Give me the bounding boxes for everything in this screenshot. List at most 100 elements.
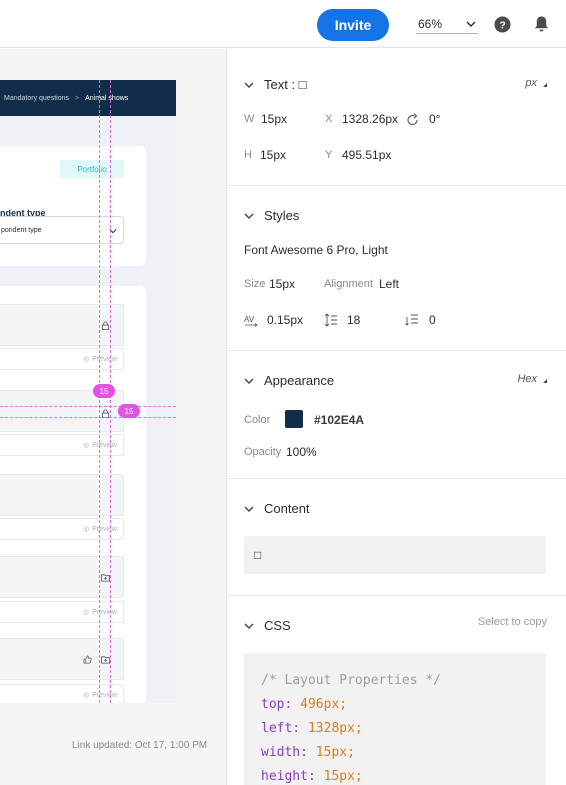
css-property: left: — [261, 721, 301, 736]
respondent-type-select[interactable]: pondent type — [0, 216, 124, 244]
thumbs-up-icon — [83, 655, 92, 664]
styles-section-header[interactable]: Styles — [244, 208, 299, 223]
css-code-block[interactable]: /* Layout Properties */ top: 496px; left… — [244, 653, 546, 785]
size-label: Size — [244, 278, 266, 290]
color-mode-toggle[interactable]: Hex — [517, 373, 547, 385]
styles-section-title: Styles — [264, 208, 300, 223]
text-section-title: Text : □ — [264, 77, 307, 92]
y-label: Y — [325, 149, 333, 161]
question-row[interactable] — [0, 556, 124, 598]
css-value: 496px; — [300, 697, 348, 712]
folder-plus-icon — [101, 574, 110, 582]
chevron-down-icon — [244, 623, 254, 629]
opacity-label: Opacity — [244, 446, 282, 458]
rotation-value: 0° — [429, 112, 441, 126]
x-label: X — [325, 113, 333, 125]
artboard[interactable]: Mandatory questions > Animal shows Portf… — [0, 80, 176, 703]
chevron-down-icon — [244, 506, 254, 512]
question-row[interactable] — [0, 474, 124, 516]
question-row[interactable] — [0, 304, 124, 346]
select-to-copy-hint: Select to copy — [477, 616, 547, 628]
preview-row[interactable]: ◎ Preview — [0, 434, 124, 456]
css-comment: /* Layout Properties */ — [261, 673, 442, 688]
eye-icon: ◎ — [82, 442, 90, 449]
preview-row[interactable]: ◎ Preview — [0, 601, 124, 623]
design-canvas[interactable]: Mandatory questions > Animal shows Portf… — [0, 49, 226, 785]
chevron-down-icon — [244, 213, 254, 219]
chevron-down-icon — [466, 21, 476, 27]
css-property: height: — [261, 769, 316, 784]
top-bar: Invite 66% ? — [0, 0, 566, 48]
styles-section: Styles Font Awesome 6 Pro, Light Size 15… — [227, 186, 566, 351]
preview-link[interactable]: Preview — [92, 526, 117, 533]
color-swatch[interactable] — [285, 410, 303, 428]
y-value: 495.51px — [342, 148, 392, 162]
breadcrumb-item: Animal shows — [85, 94, 129, 102]
svg-text:AV: AV — [244, 315, 255, 324]
dropdown-corner-icon — [543, 83, 547, 87]
eye-icon: ◎ — [82, 692, 90, 699]
breadcrumb-separator-icon: > — [74, 94, 80, 102]
width-label: W — [244, 113, 255, 125]
eye-icon: ◎ — [82, 609, 90, 616]
content-value-box[interactable]: □ — [244, 536, 546, 574]
measure-badge-width: 15 — [93, 384, 115, 398]
css-property: top: — [261, 697, 293, 712]
svg-text:?: ? — [499, 20, 505, 31]
unit-toggle[interactable]: px — [525, 77, 547, 89]
zoom-select[interactable]: 66% — [416, 14, 478, 34]
preview-link[interactable]: Preview — [92, 442, 117, 449]
font-name: Font Awesome 6 Pro, Light — [244, 243, 388, 257]
css-value: 15px; — [323, 769, 363, 784]
preview-link[interactable]: Preview — [92, 692, 117, 699]
breadcrumb-item: Mandatory questions — [4, 94, 69, 102]
alignment-value: Left — [379, 277, 400, 291]
css-line: height: 15px; — [261, 765, 546, 785]
appearance-section-title: Appearance — [264, 373, 335, 388]
color-hex-value[interactable]: #102E4A — [314, 413, 364, 427]
opacity-value: 100% — [286, 445, 317, 459]
appearance-section: Appearance Hex Color #102E4A Opacity 100… — [227, 351, 566, 479]
measure-badge-height: 15 — [118, 404, 140, 418]
text-section: Text : □ px W 15px X 1328.26px 0° H 15px… — [227, 49, 566, 186]
preview-row[interactable]: ◎ Preview — [0, 518, 124, 540]
css-property: width: — [261, 745, 308, 760]
content-section-header[interactable]: Content — [244, 501, 310, 516]
link-updated-text: Link updated: Oct 17, 1:00 PM — [72, 740, 208, 751]
chevron-down-icon — [244, 378, 254, 384]
width-value: 15px — [261, 112, 288, 126]
color-label: Color — [244, 414, 271, 426]
lock-icon — [101, 321, 110, 330]
guide-line-horizontal — [0, 406, 176, 407]
help-icon[interactable]: ? — [494, 16, 511, 33]
bell-icon[interactable] — [533, 15, 550, 33]
css-line: top: 496px; — [261, 693, 546, 717]
css-section: CSS Select to copy /* Layout Properties … — [227, 596, 566, 785]
line-height-icon — [324, 313, 337, 327]
appearance-section-header[interactable]: Appearance — [244, 373, 334, 388]
height-value: 15px — [260, 148, 287, 162]
guide-line-horizontal — [0, 417, 176, 418]
eye-icon: ◎ — [82, 356, 90, 363]
preview-row[interactable]: ◎ Preview — [0, 684, 124, 703]
eye-icon: ◎ — [82, 526, 90, 533]
x-value: 1328.26px — [342, 112, 399, 126]
paragraph-spacing-value: 0 — [429, 313, 436, 327]
paragraph-spacing-icon — [405, 314, 418, 326]
letter-spacing-icon: AV — [244, 315, 258, 327]
invite-button[interactable]: Invite — [317, 9, 389, 41]
preview-link[interactable]: Preview — [92, 356, 117, 363]
css-value: 1328px; — [307, 721, 363, 736]
css-section-header[interactable]: CSS — [244, 618, 291, 633]
text-section-header[interactable]: Text : □ — [244, 77, 307, 92]
height-label: H — [244, 149, 252, 161]
question-row[interactable] — [0, 638, 124, 680]
preview-row[interactable]: ◎ Preview — [0, 348, 124, 370]
unit-label: px — [525, 77, 537, 89]
content-section-title: Content — [264, 501, 310, 516]
zoom-value: 66% — [418, 16, 443, 31]
dropdown-corner-icon — [543, 379, 547, 383]
css-value: 15px; — [315, 745, 355, 760]
chevron-down-icon — [244, 82, 254, 88]
preview-link[interactable]: Preview — [92, 609, 117, 616]
